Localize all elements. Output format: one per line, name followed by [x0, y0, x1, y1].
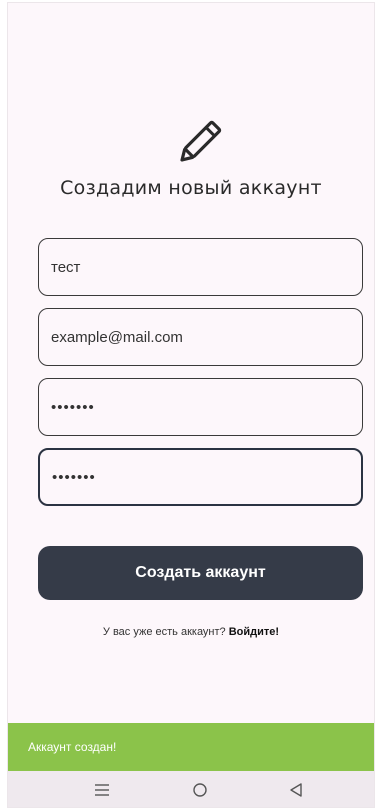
snackbar-message: Аккаунт создан!: [28, 740, 117, 754]
confirm-password-field-value: •••••••: [52, 468, 96, 486]
confirm-password-field[interactable]: •••••••: [38, 448, 363, 506]
name-field[interactable]: тест: [38, 238, 363, 296]
email-field[interactable]: example@mail.com: [38, 308, 363, 366]
back-triangle-icon[interactable]: [276, 771, 316, 807]
home-circle-icon[interactable]: [180, 771, 220, 807]
login-prompt: У вас уже есть аккаунт? Войдите!: [8, 626, 374, 638]
snackbar: Аккаунт создан!: [8, 723, 374, 771]
email-field-value: example@mail.com: [51, 328, 183, 346]
app-screen: Создадим новый аккаунт тест example@mail…: [7, 2, 375, 808]
page-title: Создадим новый аккаунт: [60, 177, 322, 199]
name-field-value: тест: [51, 258, 81, 276]
menu-icon[interactable]: [82, 771, 122, 807]
login-link[interactable]: Войдите!: [229, 626, 279, 638]
login-prompt-text: У вас уже есть аккаунт?: [102, 626, 229, 638]
create-account-button[interactable]: Создать аккаунт: [38, 546, 363, 600]
system-nav-bar: [8, 771, 374, 807]
password-field[interactable]: •••••••: [38, 378, 363, 436]
pencil-icon: [180, 120, 222, 162]
password-field-value: •••••••: [51, 398, 95, 416]
